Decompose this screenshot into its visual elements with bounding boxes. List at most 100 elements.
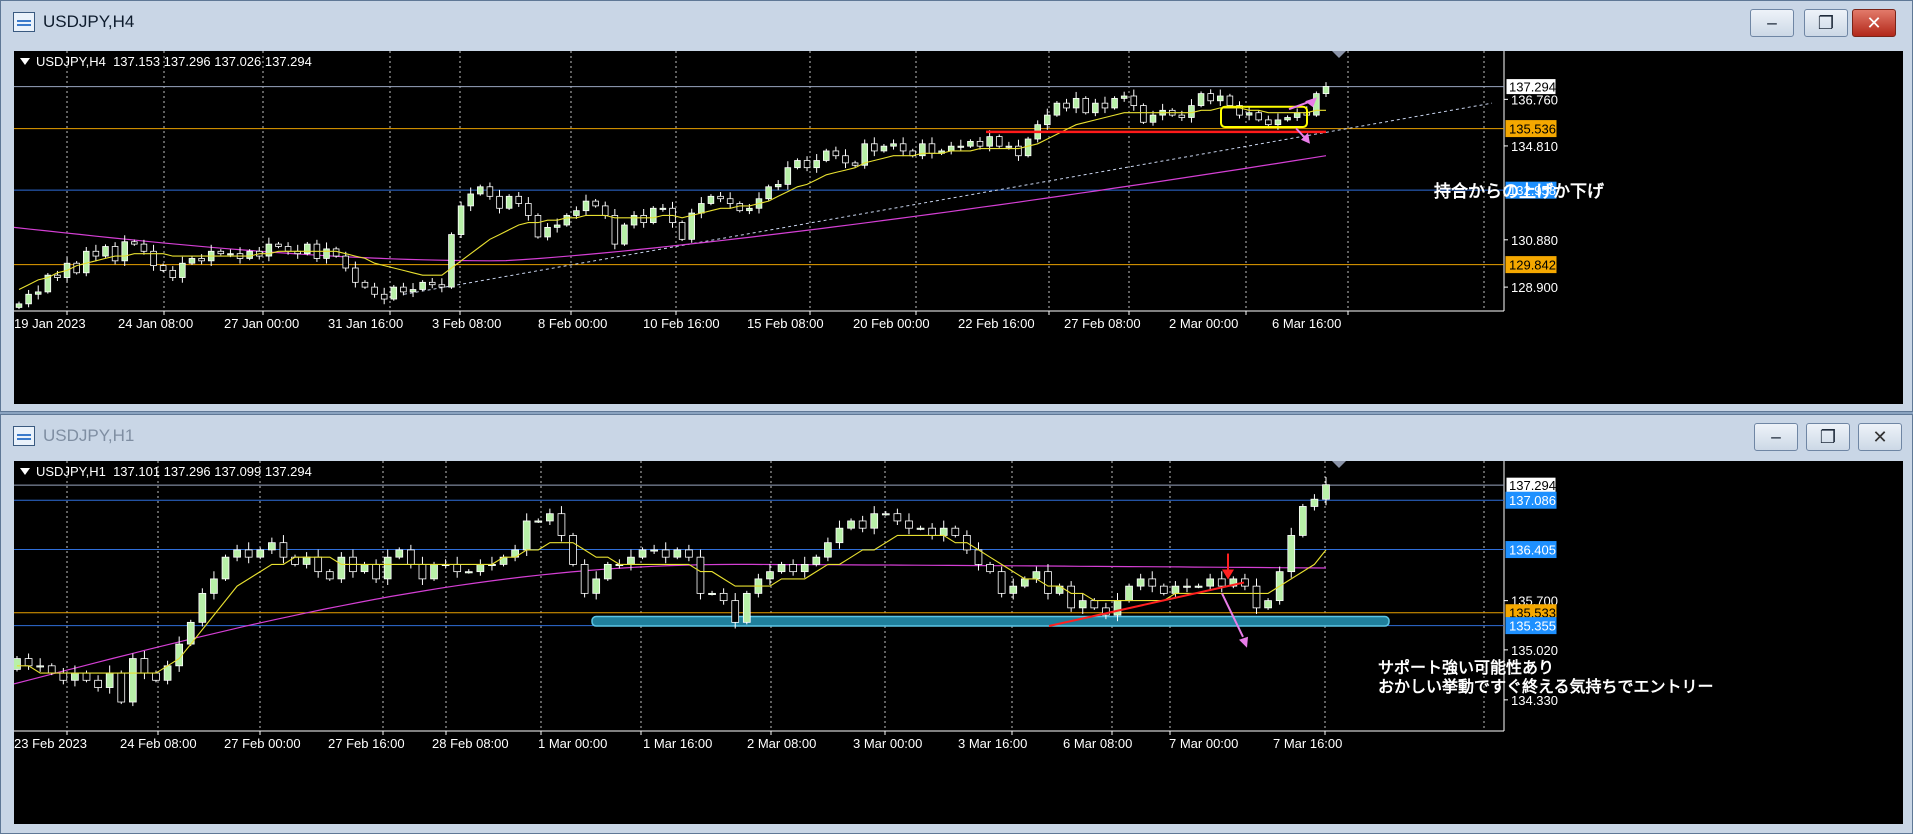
candle	[777, 564, 786, 573]
candle	[813, 160, 820, 169]
collapse-triangle-icon[interactable]	[20, 58, 30, 65]
price-badge-label: 136.405	[1509, 543, 1556, 558]
candle	[361, 281, 369, 288]
candle	[1063, 102, 1070, 109]
chart-header: USDJPY,H4 137.153 137.296 137.026 137.29…	[20, 54, 312, 69]
chart-window-h4[interactable]: USDJPY,H4 ‒ ❐ ✕ 136.760 134.810 130.880 128…	[0, 0, 1913, 412]
candle	[54, 274, 61, 278]
price-badge-label: 137.294	[1509, 478, 1556, 493]
candle	[967, 140, 974, 147]
candle	[515, 195, 522, 204]
close-button[interactable]: ✕	[1852, 9, 1896, 37]
candle	[233, 549, 241, 558]
candle	[1183, 585, 1191, 588]
candle	[496, 195, 503, 209]
candle	[957, 145, 965, 148]
candle	[1024, 138, 1032, 157]
maximize-button[interactable]: ❐	[1804, 9, 1848, 37]
pink-arrow-icon	[1239, 636, 1248, 648]
candle	[360, 564, 369, 573]
x-tick-label: 3 Mar 16:00	[958, 736, 1027, 751]
candle	[36, 665, 45, 668]
close-button[interactable]: ✕	[1858, 423, 1902, 451]
price-chart[interactable]: 135.700 135.020 134.330 137.294 137.086 136.4…	[14, 461, 1903, 824]
candle	[1188, 105, 1195, 118]
candle	[304, 243, 311, 255]
candle	[640, 215, 647, 224]
candle	[688, 212, 695, 240]
candle	[582, 200, 590, 212]
candle	[766, 571, 774, 580]
chart-canvas[interactable]: 135.700135.020134.330137.294137.086136.4…	[14, 461, 1903, 824]
candle	[1274, 119, 1282, 126]
candle	[256, 549, 265, 558]
maximize-button[interactable]: ❐	[1806, 423, 1850, 451]
price-badge-label: 135.536	[1509, 122, 1556, 137]
candle	[698, 203, 705, 214]
candle	[128, 658, 137, 703]
x-tick-label: 2 Mar 00:00	[1169, 316, 1238, 331]
candle	[227, 253, 234, 256]
trend-line	[403, 102, 1493, 295]
candle	[794, 160, 801, 169]
candle	[198, 258, 205, 262]
candle	[1140, 105, 1147, 123]
candle	[569, 535, 577, 565]
collapse-triangle-icon[interactable]	[20, 468, 30, 475]
candle	[1044, 571, 1052, 594]
candle	[858, 520, 867, 529]
candle	[284, 246, 292, 252]
candle	[986, 564, 994, 573]
candle	[1171, 585, 1180, 594]
candle	[1044, 114, 1051, 126]
candle	[198, 592, 207, 623]
price-chart[interactable]: 136.760 134.810 130.880 128.900 137.294 135.5…	[14, 51, 1903, 404]
candle	[890, 143, 897, 147]
candle	[342, 255, 350, 269]
chart-window-h1[interactable]: USDJPY,H1 ‒ ❐ ✕ 135.700 135.020 134.330 137…	[0, 414, 1913, 834]
candle	[105, 672, 114, 688]
candle	[1206, 578, 1215, 587]
candle	[169, 269, 177, 278]
title-bar[interactable]: USDJPY,H1 ‒ ❐ ✕	[1, 415, 1912, 457]
candle	[352, 267, 359, 283]
candle	[832, 150, 840, 157]
candle	[505, 195, 513, 209]
x-tick-label: 7 Mar 16:00	[1273, 736, 1342, 751]
candle	[59, 672, 68, 681]
candle	[323, 248, 330, 259]
x-tick-label: 6 Mar 08:00	[1063, 736, 1132, 751]
ohlc-readout: USDJPY,H1 137.101 137.296 137.099 137.29…	[36, 464, 312, 479]
candle	[893, 513, 902, 522]
candle	[467, 193, 474, 207]
candle	[1101, 102, 1109, 109]
candle	[870, 513, 879, 529]
candle	[371, 286, 378, 295]
x-tick-label: 7 Mar 00:00	[1169, 736, 1238, 751]
candle	[275, 243, 282, 247]
candle	[774, 183, 782, 188]
candle	[621, 224, 628, 245]
candle	[661, 549, 670, 558]
minimize-button[interactable]: ‒	[1754, 423, 1798, 451]
candle	[419, 281, 426, 290]
candle	[1197, 93, 1205, 106]
minimize-button[interactable]: ‒	[1750, 9, 1794, 37]
shift-marker-icon	[1332, 51, 1346, 58]
candle	[717, 195, 724, 200]
moving-average-yellow	[17, 534, 1327, 674]
candle	[995, 136, 1003, 147]
candle	[726, 198, 734, 204]
candle	[899, 143, 907, 152]
x-tick-label: 3 Mar 00:00	[853, 736, 922, 751]
candle	[742, 592, 751, 623]
title-bar[interactable]: USDJPY,H4 ‒ ❐ ✕	[1, 1, 1912, 43]
candle	[1072, 97, 1080, 109]
candle	[1322, 484, 1330, 500]
candle	[1245, 112, 1253, 116]
candle	[719, 592, 728, 602]
chart-canvas[interactable]: 136.760134.810130.880128.900137.294135.5…	[14, 51, 1903, 404]
candle	[409, 289, 417, 293]
candle	[592, 200, 599, 207]
candle	[1178, 114, 1186, 118]
